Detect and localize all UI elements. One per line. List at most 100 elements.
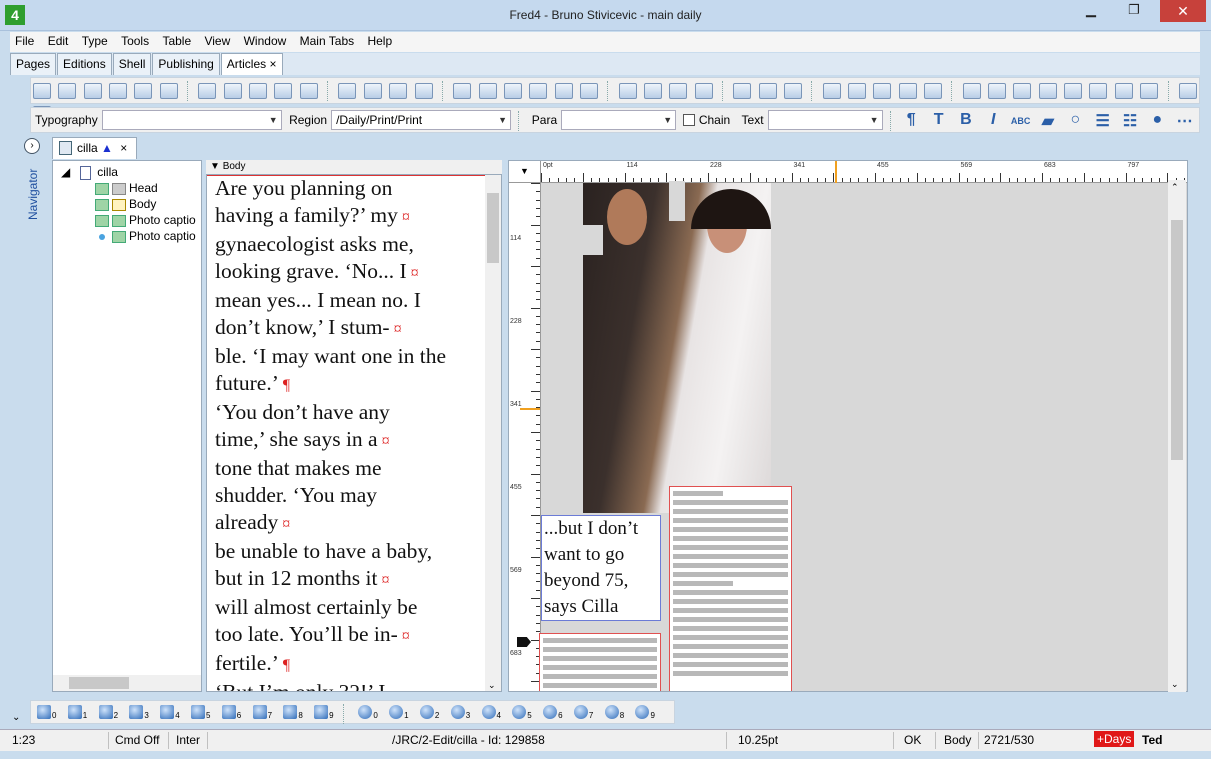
undo-icon[interactable] — [274, 83, 293, 99]
editor-line[interactable]: but in 12 months it ¤ — [215, 565, 479, 594]
chevron-up-icon[interactable]: ⌃ — [1171, 182, 1179, 193]
tree-item-photo-caption[interactable]: Photo captio — [95, 213, 196, 227]
menu-edit[interactable]: Edit — [43, 32, 74, 50]
typography-select[interactable]: ▼ — [101, 110, 282, 130]
numbered-list-icon[interactable]: ☷ — [1120, 111, 1140, 131]
editor-line[interactable]: shudder. ‘You may — [215, 482, 479, 509]
outlook-icon[interactable] — [618, 83, 637, 99]
history-icon[interactable] — [554, 83, 573, 99]
strikethrough-icon[interactable]: ABC — [1011, 116, 1031, 126]
publish-icon[interactable] — [1114, 83, 1133, 99]
lock-icon[interactable] — [733, 83, 752, 99]
image-edit-icon[interactable] — [478, 83, 497, 99]
italic-icon[interactable]: I — [983, 111, 1003, 129]
paste-icon[interactable] — [249, 83, 268, 99]
checkbox-box[interactable] — [683, 114, 696, 126]
tree-hscrollbar[interactable] — [53, 675, 201, 691]
frame-4-icon[interactable] — [1038, 83, 1057, 99]
blogger-icon[interactable] — [694, 83, 713, 99]
tree-item-head[interactable]: Head — [95, 181, 158, 195]
editor-line[interactable]: ‘But I’m only 32!’ I — [215, 679, 479, 691]
bold-icon[interactable]: B — [956, 111, 976, 129]
status-mode[interactable]: Inter — [176, 733, 200, 747]
text-column-right[interactable] — [669, 486, 792, 691]
document-tab[interactable]: cilla ▲ × — [52, 137, 137, 159]
globe-icon[interactable] — [389, 705, 404, 719]
tree-root[interactable]: ◢ cilla — [61, 165, 118, 180]
binoculars-icon[interactable] — [67, 705, 82, 719]
tab-shell[interactable]: Shell — [112, 53, 152, 75]
editor-line[interactable]: mean yes... I mean no. I — [215, 287, 479, 314]
globe-icon[interactable] — [635, 705, 650, 719]
layout-scrollbar[interactable]: ⌃ ⌄ — [1168, 180, 1186, 692]
editor-line[interactable]: gynaecologist asks me, — [215, 231, 479, 258]
editor-line[interactable]: having a family?’ my ¤ — [215, 202, 479, 231]
binoculars-icon[interactable] — [160, 705, 175, 719]
p-icon[interactable] — [579, 83, 598, 99]
chevron-down-icon[interactable]: ⌄ — [1171, 679, 1179, 690]
menu-file[interactable]: File — [10, 32, 39, 50]
scroll-thumb[interactable] — [487, 193, 499, 263]
globe-icon[interactable] — [358, 705, 373, 719]
menu-type[interactable]: Type — [77, 32, 113, 50]
arrow-right-icon[interactable] — [1140, 83, 1159, 99]
text-icon[interactable]: T — [929, 111, 949, 129]
close-button[interactable]: ✕ — [1160, 0, 1206, 22]
binoculars-icon[interactable] — [252, 705, 267, 719]
document-link-icon[interactable] — [529, 83, 548, 99]
minimize-button[interactable]: ▁ — [1076, 0, 1106, 22]
skype-icon[interactable] — [924, 83, 943, 99]
menu-window[interactable]: Window — [239, 32, 292, 50]
tree-item-photo-caption[interactable]: Photo captio — [97, 229, 196, 243]
web-search-icon[interactable] — [414, 83, 433, 99]
globe-icon[interactable] — [389, 83, 408, 99]
binoculars-icon[interactable] — [37, 705, 51, 719]
table-icon[interactable] — [1178, 83, 1197, 99]
editor-line[interactable]: already ¤ — [215, 509, 479, 538]
binoculars-icon[interactable] — [221, 705, 236, 719]
menu-view[interactable]: View — [199, 32, 235, 50]
globe-icon[interactable] — [419, 705, 434, 719]
spellcheck-icon[interactable] — [159, 83, 178, 99]
tree-item-body[interactable]: Body — [95, 197, 156, 211]
status-cmd[interactable]: Cmd Off — [115, 733, 159, 747]
editor-line[interactable]: Are you planning on — [215, 175, 479, 202]
globe-icon[interactable] — [450, 705, 465, 719]
editor-line[interactable]: future.’ ¶ — [215, 370, 479, 399]
globe-icon[interactable] — [604, 705, 619, 719]
menu-main-tabs[interactable]: Main Tabs — [295, 32, 359, 50]
circle-icon[interactable]: ○ — [1065, 111, 1085, 129]
frame-5-icon[interactable] — [1064, 83, 1083, 99]
binoculars-icon[interactable] — [363, 83, 382, 99]
days-badge[interactable]: +Days — [1094, 731, 1135, 747]
navigator-label[interactable]: Navigator — [26, 160, 40, 220]
editor-line[interactable]: be unable to have a baby, — [215, 538, 479, 565]
globe-icon[interactable] — [481, 705, 496, 719]
frame-3-icon[interactable] — [1013, 83, 1032, 99]
binoculars-icon[interactable] — [283, 705, 298, 719]
tab-close-icon[interactable]: × — [120, 141, 127, 155]
unlock-all-icon[interactable] — [784, 83, 802, 99]
columns-icon[interactable] — [898, 83, 917, 99]
binoculars-icon[interactable] — [190, 705, 205, 719]
unlock-icon[interactable] — [758, 83, 777, 99]
globe-icon[interactable] — [543, 705, 558, 719]
text-column-left[interactable] — [539, 633, 661, 691]
body-text-editor[interactable]: Are you planning on having a family?’ my … — [206, 174, 502, 692]
editor-text[interactable]: Are you planning on having a family?’ my … — [215, 175, 479, 691]
chain-checkbox[interactable]: Chain — [683, 113, 730, 127]
frame-6-icon[interactable] — [1089, 83, 1108, 99]
facebook-icon[interactable] — [669, 83, 688, 99]
tab-articles[interactable]: Articles × — [220, 53, 283, 75]
window-icon[interactable] — [643, 83, 662, 99]
export-icon[interactable] — [338, 83, 357, 99]
editor-line[interactable]: looking grave. ‘No... I ¤ — [215, 258, 479, 287]
tab-publishing[interactable]: Publishing — [152, 53, 220, 75]
editor-line[interactable]: will almost certainly be — [215, 594, 479, 621]
text-select[interactable]: ▼ — [767, 110, 883, 130]
more-icon[interactable]: ⋯ — [1175, 111, 1195, 131]
globe-icon[interactable] — [512, 705, 527, 719]
ruler-corner-icon[interactable]: ▼ — [509, 161, 541, 183]
binoculars-icon[interactable] — [98, 705, 113, 719]
collapse-icon[interactable]: ⌄ — [12, 712, 20, 723]
